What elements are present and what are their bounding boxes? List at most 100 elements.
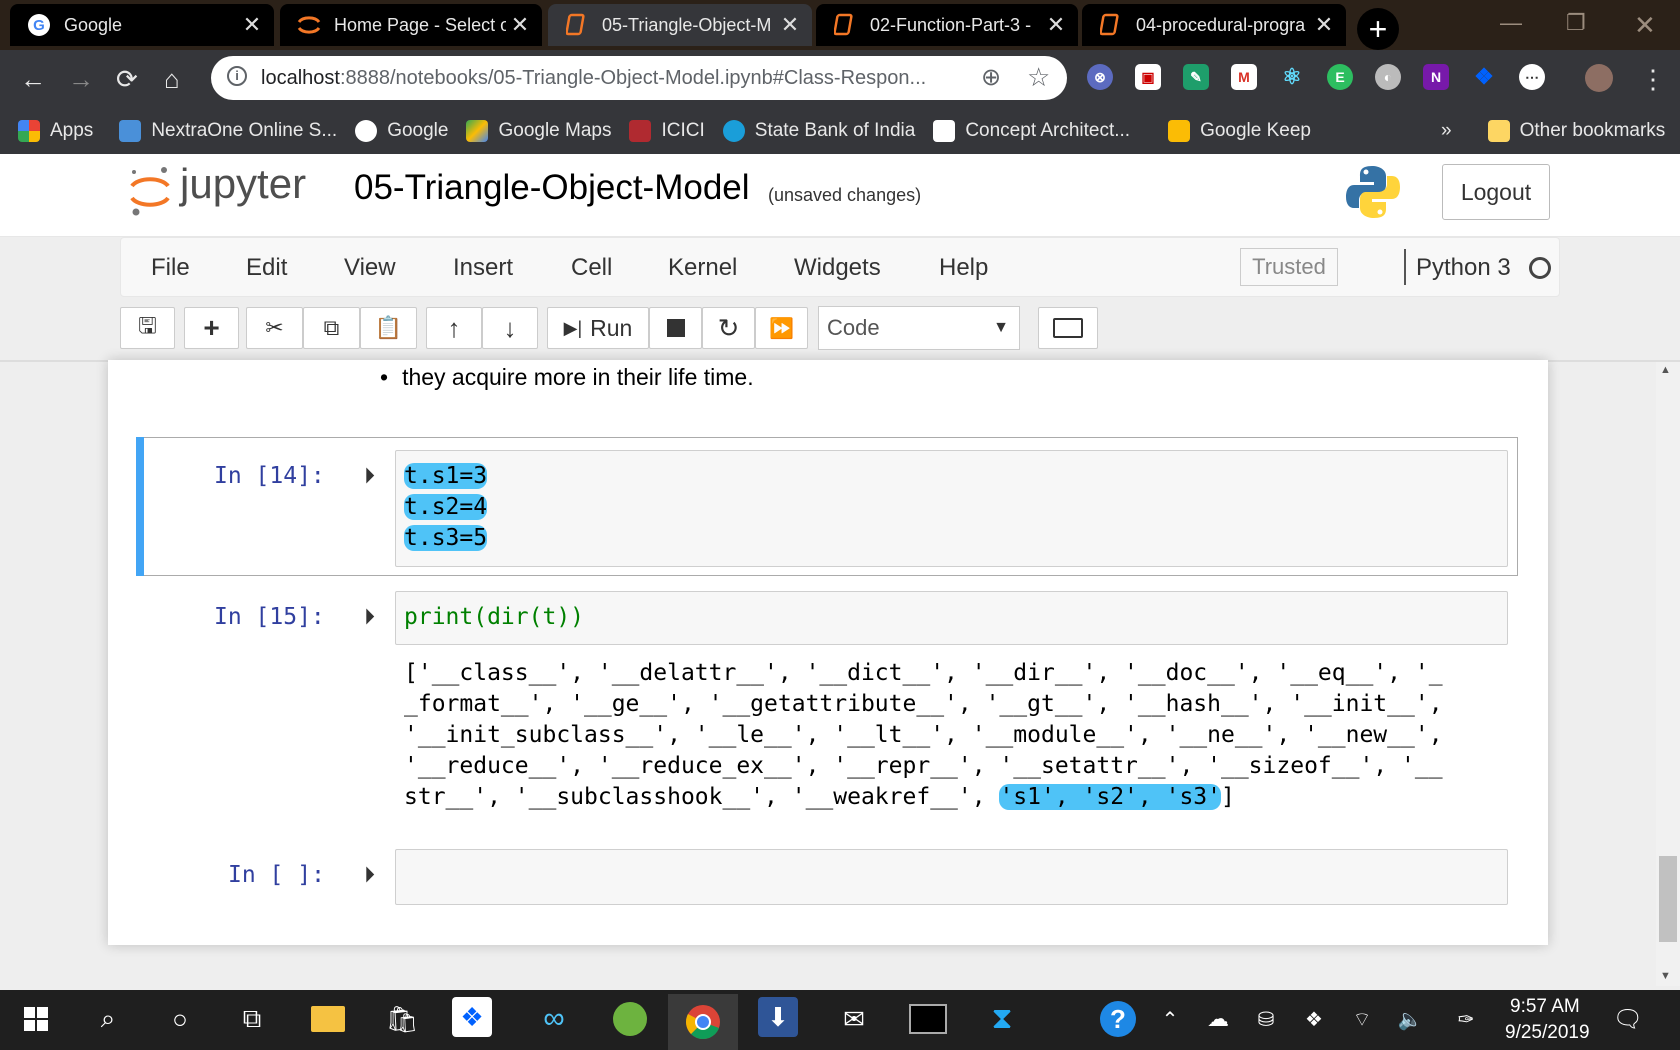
react-icon[interactable]: ⚛	[1279, 64, 1305, 90]
tab-triangle-object-model[interactable]: 05-Triangle-Object-M ✕	[548, 4, 812, 46]
file-explorer-icon[interactable]	[306, 997, 350, 1041]
task-view-icon[interactable]: ⧉	[230, 997, 274, 1041]
close-icon[interactable]: ✕	[506, 12, 534, 38]
clock-time[interactable]: 9:57 AM	[1510, 996, 1580, 1018]
run-button[interactable]: ▶| Run	[547, 307, 649, 349]
search-icon[interactable]: ⌕	[86, 997, 130, 1041]
onenote-icon[interactable]: N	[1423, 64, 1449, 90]
bookmark-sbi[interactable]: State Bank of India	[722, 120, 915, 142]
bookmark-nextraone[interactable]: NextraOne Online S...	[119, 120, 337, 142]
move-down-button[interactable]: ↓	[482, 307, 538, 349]
dropbox-icon[interactable]: ❖	[452, 997, 492, 1037]
bookmarks-overflow[interactable]: »	[1441, 120, 1452, 142]
bookmark-google[interactable]: Google	[355, 120, 448, 142]
menu-insert[interactable]: Insert	[453, 254, 513, 282]
dropbox-tray-icon[interactable]: ❖	[1292, 997, 1336, 1041]
move-up-button[interactable]: ↑	[426, 307, 482, 349]
menu-file[interactable]: File	[151, 254, 190, 282]
chevron-up-icon[interactable]: ⌃	[1148, 997, 1192, 1041]
close-icon[interactable]: ✕	[238, 12, 266, 38]
volume-icon[interactable]: 🔈	[1388, 997, 1432, 1041]
dropbox-icon[interactable]: ❖	[1471, 64, 1497, 90]
jupyter-logo-text[interactable]: jupyter	[180, 160, 306, 208]
menu-edit[interactable]: Edit	[246, 254, 287, 282]
bookmark-icici[interactable]: ICICI	[629, 120, 705, 142]
command-palette-button[interactable]	[1038, 307, 1098, 349]
copy-button[interactable]: ⧉	[303, 307, 360, 349]
bookmark-concept-architect[interactable]: Concept Architect...	[933, 120, 1130, 142]
notifications-icon[interactable]: 🗨	[1606, 997, 1650, 1041]
address-bar[interactable]: i localhost:8888/notebooks/05-Triangle-O…	[211, 56, 1067, 100]
menu-view[interactable]: View	[344, 254, 396, 282]
logout-button[interactable]: Logout	[1442, 164, 1550, 220]
star-icon[interactable]: ☆	[1027, 62, 1050, 93]
store-icon[interactable]: 🛍	[380, 997, 424, 1041]
spring-icon[interactable]	[608, 997, 652, 1041]
tab-google[interactable]: G Google ✕	[10, 4, 274, 46]
code-input[interactable]	[395, 849, 1508, 905]
zoom-icon[interactable]: ⊕	[981, 63, 1001, 92]
extension-icon[interactable]: ◐	[1375, 64, 1401, 90]
jupyter-logo-icon[interactable]	[128, 164, 172, 223]
bookmark-apps[interactable]: Apps	[18, 120, 93, 142]
notebook-title[interactable]: 05-Triangle-Object-Model	[354, 168, 750, 208]
menu-kebab-icon[interactable]: ⋮	[1640, 64, 1666, 95]
tab-home-page[interactable]: Home Page - Select or ✕	[280, 4, 542, 46]
restart-run-all-button[interactable]: ⏩	[755, 307, 808, 349]
help-icon[interactable]: ?	[1100, 1001, 1136, 1037]
forward-arrow-icon[interactable]: →	[68, 64, 94, 95]
terminal-icon[interactable]	[906, 997, 950, 1041]
usb-icon[interactable]: ⛁	[1244, 997, 1288, 1041]
reload-icon[interactable]: ⟳	[116, 64, 138, 95]
windows-start-icon[interactable]	[14, 997, 58, 1041]
bookmark-google-maps[interactable]: Google Maps	[466, 120, 611, 142]
new-tab-button[interactable]: +	[1357, 8, 1399, 50]
extension-icon[interactable]: ⊗	[1087, 64, 1113, 90]
extension-icon[interactable]: ✎	[1183, 64, 1209, 90]
mail-icon[interactable]: ✉	[832, 997, 876, 1041]
minimize-icon[interactable]: —	[1500, 10, 1522, 36]
save-button[interactable]: 🖫	[120, 307, 175, 349]
insert-cell-button[interactable]: +	[184, 307, 239, 349]
interrupt-button[interactable]	[649, 307, 702, 349]
gmail-icon[interactable]: M	[1231, 64, 1257, 90]
paste-button[interactable]: 📋	[360, 307, 417, 349]
extension-icon[interactable]: ⋯	[1519, 64, 1545, 90]
code-input[interactable]	[395, 450, 1508, 567]
kernel-name[interactable]: Python 3	[1416, 254, 1511, 282]
tab-procedural-programming[interactable]: 04-procedural-progra ✕	[1082, 4, 1346, 46]
evernote-icon[interactable]: E	[1327, 64, 1353, 90]
menu-help[interactable]: Help	[939, 254, 988, 282]
extension-icon[interactable]: ▣	[1135, 64, 1161, 90]
onedrive-icon[interactable]: ☁	[1196, 997, 1240, 1041]
wifi-icon[interactable]: ⌔	[1340, 997, 1384, 1041]
maximize-icon[interactable]: ❐	[1566, 10, 1586, 36]
restart-button[interactable]: ↻	[702, 307, 755, 349]
close-icon[interactable]: ✕	[1042, 12, 1070, 38]
home-icon[interactable]: ⌂	[164, 64, 180, 95]
app-icon[interactable]: ⬇	[758, 997, 798, 1037]
menu-kernel[interactable]: Kernel	[668, 254, 737, 282]
menu-cell[interactable]: Cell	[571, 254, 612, 282]
arduino-icon[interactable]: ∞	[532, 997, 576, 1041]
scroll-down-icon[interactable]: ▼	[1660, 970, 1671, 982]
close-icon[interactable]: ✕	[776, 12, 804, 38]
other-bookmarks[interactable]: Other bookmarks	[1487, 120, 1665, 142]
info-icon[interactable]: i	[227, 66, 247, 86]
run-cell-icon[interactable]: ⏵	[364, 463, 375, 489]
avatar[interactable]	[1585, 64, 1613, 92]
run-cell-icon[interactable]: ⏵	[364, 862, 375, 888]
cell-type-select[interactable]: Code ▼	[818, 306, 1020, 350]
cortana-icon[interactable]: ○	[158, 997, 202, 1041]
pen-icon[interactable]: ✑	[1444, 997, 1488, 1041]
run-cell-icon[interactable]: ⏵	[364, 604, 375, 630]
scroll-up-icon[interactable]: ▲	[1660, 364, 1671, 376]
tab-function-part-3[interactable]: 02-Function-Part-3 - ✕	[816, 4, 1078, 46]
cut-button[interactable]: ✂	[246, 307, 303, 349]
bookmark-google-keep[interactable]: Google Keep	[1168, 120, 1311, 142]
trusted-indicator[interactable]: Trusted	[1240, 248, 1338, 286]
scrollbar-thumb[interactable]	[1659, 856, 1677, 942]
close-icon[interactable]: ✕	[1310, 12, 1338, 38]
menu-widgets[interactable]: Widgets	[794, 254, 881, 282]
clock-date[interactable]: 9/25/2019	[1505, 1022, 1590, 1044]
